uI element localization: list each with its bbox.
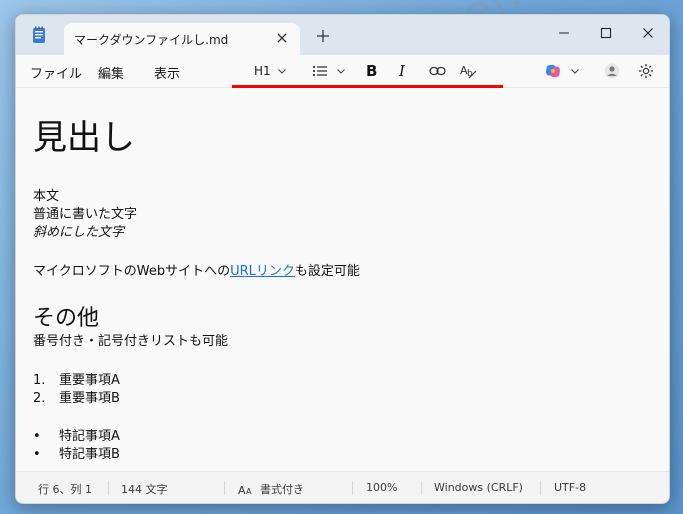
title-bar: マークダウンファイルし.md	[16, 15, 669, 55]
tab-title: マークダウンファイルし.md	[74, 33, 229, 47]
status-divider	[108, 481, 109, 495]
status-divider	[540, 481, 541, 495]
link-icon	[429, 66, 446, 76]
status-divider	[224, 481, 225, 495]
close-window-icon	[643, 28, 653, 38]
notepad-icon	[33, 26, 45, 43]
minimize-icon	[559, 32, 569, 34]
gear-icon	[639, 64, 653, 78]
clear-formatting-button[interactable]: A b	[460, 61, 478, 81]
menu-view[interactable]: 表示	[154, 63, 180, 82]
close-window-button[interactable]	[628, 21, 668, 45]
italic-paragraph: 斜めにした文字	[33, 225, 125, 240]
bullet-marker: •	[33, 429, 41, 444]
list-item-text: 特記事項B	[59, 447, 120, 462]
clear-formatting-icon: A b	[460, 64, 477, 79]
list-icon	[312, 65, 327, 77]
cursor-position: 行 6、列 1	[38, 483, 92, 496]
character-count: 144 文字	[121, 483, 168, 496]
avatar-icon	[604, 63, 620, 79]
list-marker: 2.	[33, 391, 46, 406]
paragraph: 番号付き・記号付きリストも可能	[33, 334, 229, 349]
account-button[interactable]	[604, 61, 620, 81]
menu-file[interactable]: ファイル	[30, 63, 82, 82]
zoom-level[interactable]: 100%	[366, 481, 397, 494]
svg-text:A: A	[238, 484, 246, 495]
paragraph-with-link: マイクロソフトのWebサイトへのURLリンクも設定可能	[33, 263, 360, 281]
editor-area[interactable]: 見出し 本文 普通に書いた文字 斜めにした文字 マイクロソフトのWebサイトへの…	[16, 88, 669, 471]
link-prefix-text: マイクロソフトのWebサイトへの	[33, 264, 231, 279]
list-marker: 1.	[33, 373, 46, 388]
text-format-icon: A A	[238, 484, 252, 495]
status-divider	[352, 481, 353, 495]
bullet-list-item: • 特記事項A	[33, 428, 120, 446]
line-ending[interactable]: Windows (CRLF)	[434, 481, 523, 494]
italic-button[interactable]: I	[399, 61, 405, 81]
heading-label: H1	[254, 64, 271, 78]
list-dropdown[interactable]	[312, 61, 346, 81]
chevron-down-icon	[337, 69, 345, 74]
copilot-button[interactable]	[544, 61, 580, 81]
minimize-button[interactable]	[544, 21, 584, 45]
maximize-button[interactable]	[586, 21, 626, 45]
list-item-text: 重要事項B	[59, 391, 120, 406]
maximize-icon	[600, 27, 612, 39]
settings-button[interactable]	[638, 61, 654, 81]
paragraph: 本文	[33, 189, 60, 204]
link-button[interactable]	[429, 61, 446, 81]
tab-document[interactable]: マークダウンファイルし.md	[64, 23, 300, 55]
heading-dropdown[interactable]: H1	[254, 61, 287, 81]
notepad-window: マークダウンファイルし.md ファイル 編集 表示 H1 B I A b 見出し…	[15, 14, 670, 504]
document-heading-2: その他	[33, 306, 100, 331]
list-item-text: 特記事項A	[59, 429, 120, 444]
svg-text:A: A	[246, 487, 252, 495]
ordered-list-item: 2. 重要事項B	[33, 390, 120, 408]
chevron-down-icon	[571, 69, 579, 74]
bullet-list-item: • 特記事項B	[33, 446, 120, 464]
list-item-text: 重要事項A	[59, 373, 120, 388]
close-icon[interactable]	[276, 32, 288, 44]
paragraph: 普通に書いた文字	[33, 207, 138, 222]
menu-edit[interactable]: 編集	[98, 63, 124, 82]
plus-icon[interactable]	[316, 29, 330, 43]
ordered-list-item: 1. 重要事項A	[33, 372, 120, 390]
format-mode-label: 書式付き	[260, 483, 304, 496]
link-suffix-text: も設定可能	[294, 264, 360, 279]
bullet-marker: •	[33, 447, 41, 462]
encoding[interactable]: UTF-8	[554, 481, 586, 494]
bold-button[interactable]: B	[366, 61, 377, 81]
status-bar: 行 6、列 1 144 文字 A A 書式付き 100% Windows (CR…	[16, 471, 669, 503]
document-heading-1: 見出し	[33, 118, 135, 158]
status-divider	[421, 481, 422, 495]
url-link[interactable]: URLリンク	[230, 264, 295, 279]
copilot-icon	[546, 64, 560, 78]
menu-bar: ファイル 編集 表示 H1 B I A b	[16, 55, 669, 88]
format-mode-button[interactable]: A A 書式付き	[238, 481, 304, 497]
chevron-down-icon	[277, 69, 286, 74]
